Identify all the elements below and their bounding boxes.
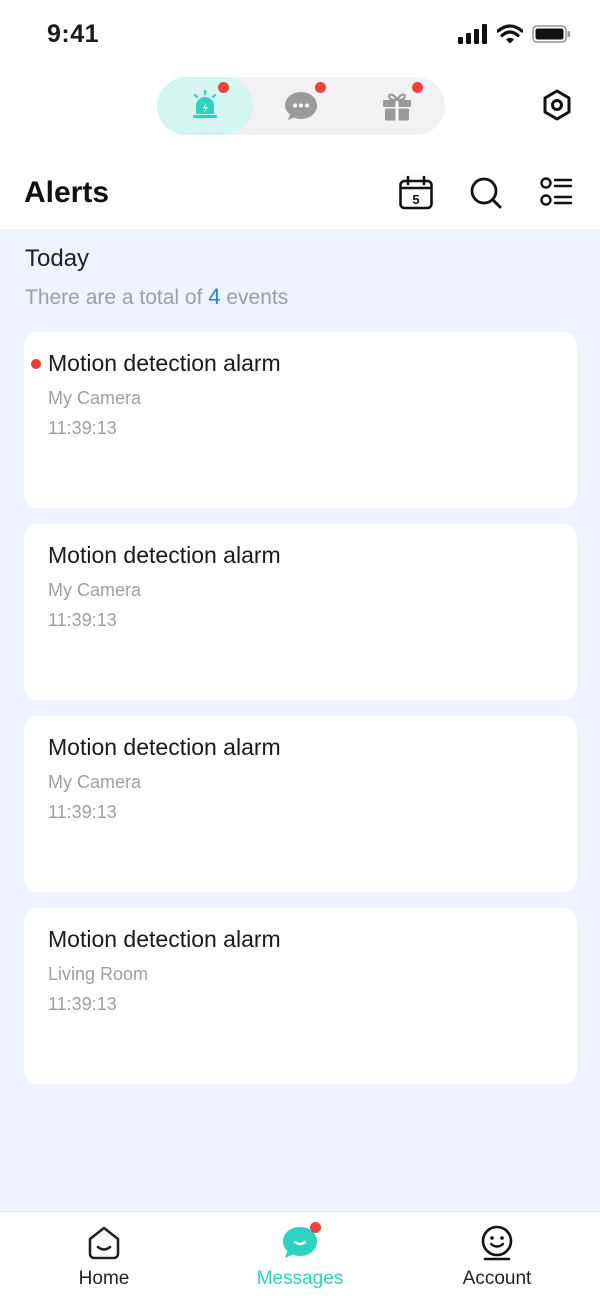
battery-icon [532,25,570,43]
tab-account[interactable]: Account [397,1212,597,1300]
tab-account-label: Account [462,1268,532,1289]
alert-device: My Camera [48,388,142,408]
settings-icon [543,89,571,121]
account-icon [481,1225,513,1261]
list-icon [540,177,573,206]
summary-prefix: There are a total of [25,286,203,309]
alert-time: 11:39:13 [48,610,117,630]
event-count: 4 [208,284,221,309]
tab-home-label: Home [78,1268,130,1289]
tab-home[interactable]: Home [4,1212,204,1300]
alert-time: 11:39:13 [48,802,117,822]
alert-title: Motion detection alarm [48,734,281,760]
bottom-tab-bar: Home Messages Account [0,1211,600,1300]
alerts-list-area[interactable]: Today There are a total of 4 events Moti… [0,229,600,1211]
status-icons [458,24,572,44]
home-icon [88,1226,120,1260]
chat-bubble-icon [285,92,317,120]
alert-card[interactable]: Motion detection alarm My Camera 11:39:1… [24,332,577,508]
alert-title: Motion detection alarm [48,926,281,952]
alert-device: My Camera [48,580,142,600]
siren-icon [193,89,217,118]
search-button[interactable] [468,174,504,212]
alert-time: 11:39:13 [48,418,117,438]
event-summary: There are a total of 4 events [25,284,288,310]
alert-card[interactable]: Motion detection alarm My Camera 11:39:1… [24,716,577,892]
summary-suffix: events [226,286,289,309]
settings-button[interactable] [540,88,574,122]
alert-time: 11:39:13 [48,994,117,1014]
segment-gifts[interactable] [349,77,445,135]
header-actions: 5 [398,174,574,212]
page-title: Alerts [24,176,110,209]
wifi-icon [497,24,523,44]
gifts-badge [412,82,423,93]
alert-device: Living Room [48,964,149,984]
search-icon [470,177,502,209]
unread-dot [31,359,41,369]
alert-card[interactable]: Motion detection alarm Living Room 11:39… [24,908,577,1084]
alert-title: Motion detection alarm [48,542,281,568]
calendar-icon: 5 [399,175,433,210]
calendar-day: 5 [412,192,419,207]
alert-device: My Camera [48,772,142,792]
cellular-signal-icon [458,24,487,44]
messages-badge [310,1222,321,1233]
status-time: 9:41 [47,20,100,48]
calendar-button[interactable]: 5 [398,174,434,212]
alerts-badge [218,82,229,93]
gift-icon [383,93,411,121]
tab-messages-label: Messages [256,1268,344,1289]
date-group-heading: Today [25,245,90,272]
chat-badge [315,82,326,93]
alert-card[interactable]: Motion detection alarm My Camera 11:39:1… [24,524,577,700]
list-view-button[interactable] [538,174,574,212]
message-type-switcher [157,77,445,135]
segment-chat[interactable] [253,77,349,135]
tab-messages[interactable]: Messages [200,1212,400,1300]
status-bar: 9:41 [0,0,600,70]
segment-alerts[interactable] [157,77,253,135]
alert-title: Motion detection alarm [48,350,281,376]
